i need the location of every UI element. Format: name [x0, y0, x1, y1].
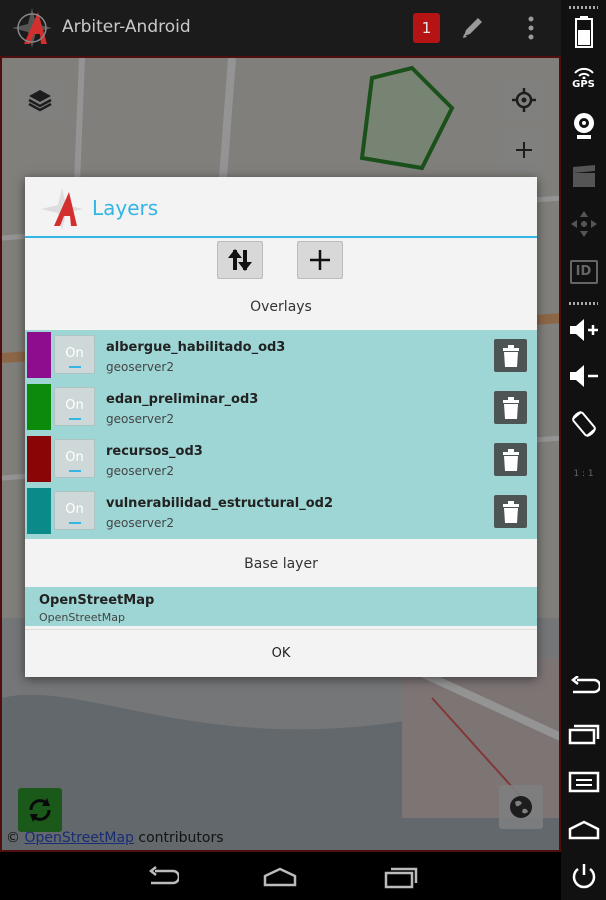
delete-layer-button[interactable] [494, 443, 527, 476]
overlay-row[interactable]: On vulnerabilidad_estructural_od2 geoser… [25, 486, 537, 538]
layer-visibility-toggle[interactable]: On [54, 439, 95, 478]
layer-name: edan_preliminar_od3 [106, 392, 259, 407]
side-menu-button[interactable] [561, 760, 606, 804]
base-layer-section-label: Base layer [244, 556, 318, 572]
layer-source: geoserver2 [106, 360, 174, 374]
trash-icon [502, 344, 519, 367]
rotate-button[interactable] [561, 402, 606, 446]
layer-visibility-toggle[interactable]: On [54, 491, 95, 530]
recent-apps-icon [384, 867, 418, 889]
navigation-bar [0, 852, 561, 900]
dpad-button[interactable] [561, 202, 606, 246]
overlay-row[interactable]: On albergue_habilitado_od3 geoserver2 [25, 330, 537, 382]
home-button[interactable] [260, 862, 300, 892]
base-layer-row[interactable]: OpenStreetMap OpenStreetMap [25, 587, 537, 626]
dpad-icon [570, 211, 597, 237]
recent-apps-icon [568, 724, 599, 745]
add-layer-button[interactable] [297, 241, 343, 279]
ok-button[interactable]: OK [25, 629, 537, 677]
layer-source: geoserver2 [106, 464, 174, 478]
layer-color-swatch[interactable] [27, 332, 51, 378]
delete-layer-button[interactable] [494, 391, 527, 424]
overlay-row[interactable]: On recursos_od3 geoserver2 [25, 434, 537, 486]
battery-icon [574, 16, 593, 48]
power-icon [572, 864, 595, 889]
notification-badge[interactable]: 1 [413, 13, 440, 43]
recent-apps-button[interactable] [381, 862, 421, 892]
scale-button[interactable]: 1 : 1 [561, 452, 606, 496]
side-separator [569, 302, 598, 305]
dialog-header: Layers [25, 177, 537, 238]
video-button[interactable] [561, 154, 606, 198]
plus-icon [310, 250, 330, 270]
reorder-layers-button[interactable] [217, 241, 263, 279]
delete-layer-button[interactable] [494, 339, 527, 372]
menu-icon [568, 771, 599, 793]
battery-button[interactable] [561, 10, 606, 54]
overlays-section-label: Overlays [250, 299, 312, 315]
back-icon [570, 676, 600, 694]
id-label: ID [575, 264, 592, 279]
app-logo-icon [41, 188, 83, 230]
rotate-icon [571, 411, 596, 437]
volume-down-icon [569, 365, 598, 387]
device-id-button[interactable]: ID [561, 250, 606, 294]
overlay-list: On albergue_habilitado_od3 geoserver2 On… [25, 330, 537, 539]
trash-icon [502, 500, 519, 523]
layer-name: albergue_habilitado_od3 [106, 340, 286, 355]
layer-color-swatch[interactable] [27, 436, 51, 482]
action-bar: Arbiter-Android 1 [0, 0, 561, 56]
layer-color-swatch[interactable] [27, 488, 51, 534]
layer-source: geoserver2 [106, 412, 174, 426]
volume-up-icon [569, 319, 598, 341]
base-layer-name: OpenStreetMap [39, 593, 155, 608]
clapperboard-icon [572, 165, 595, 187]
layer-color-swatch[interactable] [27, 384, 51, 430]
webcam-icon [573, 113, 594, 139]
app-logo-icon[interactable] [10, 6, 54, 50]
trash-icon [502, 448, 519, 471]
home-icon [263, 867, 297, 887]
dialog-title: Layers [92, 196, 159, 220]
volume-up-button[interactable] [561, 308, 606, 352]
back-icon [148, 866, 179, 885]
app-title: Arbiter-Android [62, 17, 191, 37]
trash-icon [502, 396, 519, 419]
emulator-side-panel: GPS ID 1 : 1 [561, 0, 606, 900]
home-icon [568, 820, 599, 840]
layer-visibility-toggle[interactable]: On [54, 335, 95, 374]
gps-label: GPS [572, 78, 595, 90]
scale-label: 1 : 1 [573, 469, 594, 479]
side-recent-apps-button[interactable] [561, 712, 606, 756]
back-button[interactable] [142, 862, 182, 892]
layer-name: vulnerabilidad_estructural_od2 [106, 496, 334, 511]
side-home-button[interactable] [561, 808, 606, 852]
swap-vertical-icon [228, 249, 252, 271]
app-window: Arbiter-Android 1 © OpenStreetMap contri… [0, 0, 561, 900]
base-layer-source: OpenStreetMap [39, 611, 126, 624]
power-button[interactable] [561, 854, 606, 898]
id-icon: ID [569, 260, 598, 284]
overflow-menu-icon[interactable] [524, 14, 538, 42]
layer-name: recursos_od3 [106, 444, 203, 459]
pencil-icon[interactable] [458, 14, 486, 42]
layers-dialog: Layers Overlays On albergue_habilitado_o… [25, 177, 537, 677]
webcam-button[interactable] [561, 104, 606, 148]
side-back-button[interactable] [561, 664, 606, 708]
gps-button[interactable]: GPS [561, 56, 606, 100]
wifi-signal-icon [573, 67, 594, 79]
overlay-row[interactable]: On edan_preliminar_od3 geoserver2 [25, 382, 537, 434]
scale-icon: 1 : 1 [573, 469, 593, 479]
layer-source: geoserver2 [106, 516, 174, 530]
side-separator [569, 6, 598, 9]
layer-visibility-toggle[interactable]: On [54, 387, 95, 426]
volume-down-button[interactable] [561, 354, 606, 398]
delete-layer-button[interactable] [494, 495, 527, 528]
